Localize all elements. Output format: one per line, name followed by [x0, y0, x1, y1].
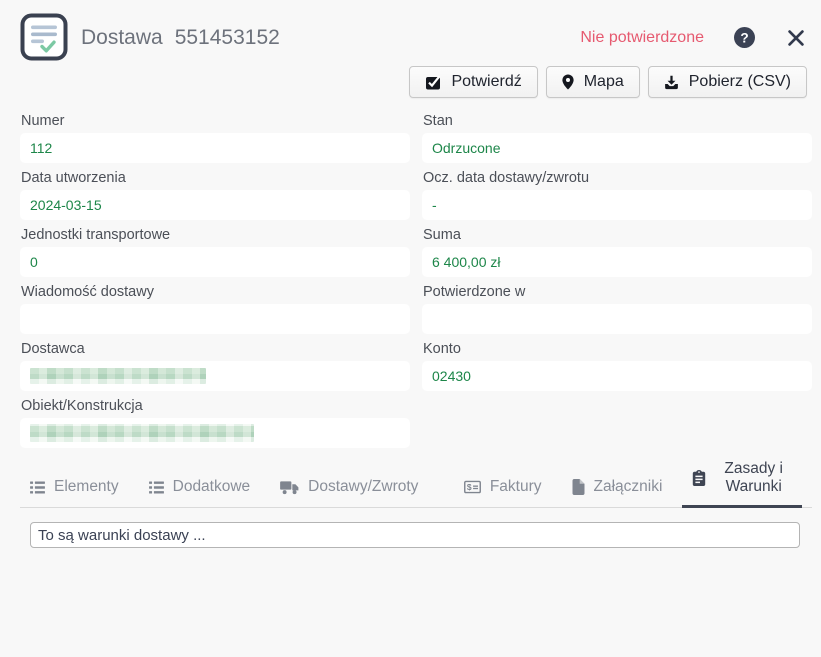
confirm-button[interactable]: Potwierdź [409, 66, 537, 98]
field-value: 02430 [422, 361, 812, 391]
field-numer: Numer 112 [20, 110, 410, 163]
delivery-detail-page: Dostawa 551453152 Nie potwierdzone ? [0, 0, 821, 657]
field-value: 112 [20, 133, 410, 163]
tab-dostawy-zwroty[interactable]: Dostawy/Zwroty [270, 473, 428, 508]
field-value-redacted [20, 361, 410, 391]
tab-label: Faktury [490, 478, 542, 496]
field-obiekt-konstrukcja: Obiekt/Konstrukcja [20, 395, 410, 448]
page-title: Dostawa 551453152 [81, 26, 280, 50]
download-csv-button-label: Pobierz (CSV) [689, 73, 791, 91]
truck-icon [280, 480, 299, 495]
field-label: Obiekt/Konstrukcja [20, 395, 410, 418]
tab-dodatkowe[interactable]: Dodatkowe [139, 473, 261, 508]
delivery-number: 551453152 [175, 26, 280, 50]
terms-input[interactable] [30, 522, 800, 548]
field-wiadomosc-dostawy: Wiadomość dostawy [20, 281, 410, 334]
field-label: Ocz. data dostawy/zwrotu [422, 167, 812, 190]
field-konto: Konto 02430 [422, 338, 812, 391]
close-button[interactable] [787, 29, 805, 47]
tab-zasady-i-warunki[interactable]: Zasady i Warunki [682, 455, 802, 508]
field-label: Wiadomość dostawy [20, 281, 410, 304]
field-label: Data utworzenia [20, 167, 410, 190]
field-value: 0 [20, 247, 410, 277]
check-square-icon [425, 74, 441, 90]
field-value [422, 304, 812, 334]
map-button[interactable]: Mapa [546, 66, 640, 98]
field-dostawca: Dostawca [20, 338, 410, 391]
field-ocz-data-dostawy: Ocz. data dostawy/zwrotu - [422, 167, 812, 220]
download-csv-button[interactable]: Pobierz (CSV) [648, 66, 807, 98]
field-data-utworzenia: Data utworzenia 2024-03-15 [20, 167, 410, 220]
page-title-label: Dostawa [81, 26, 163, 50]
field-value: - [422, 190, 812, 220]
clipboard-icon [692, 470, 706, 486]
tab-faktury[interactable]: $ Faktury [454, 473, 552, 508]
field-stan: Stan Odrzucone [422, 110, 812, 163]
map-marker-icon [562, 74, 574, 90]
tab-elementy[interactable]: Elementy [20, 473, 129, 508]
field-suma: Suma 6 400,00 zł [422, 224, 812, 277]
close-icon [787, 35, 805, 50]
field-value: 2024-03-15 [20, 190, 410, 220]
confirm-button-label: Potwierdź [451, 73, 521, 91]
map-button-label: Mapa [584, 73, 624, 91]
attachment-file-icon [572, 479, 585, 495]
tab-bar: Elementy Dodatkowe Dostawy/Zwroty [20, 455, 812, 508]
field-value-redacted [20, 418, 410, 448]
tab-zalaczniki[interactable]: Załączniki [562, 473, 673, 508]
header-right: Nie potwierdzone ? [580, 27, 805, 48]
field-label: Potwierdzone w [422, 281, 812, 304]
tab-label: Zasady i Warunki [715, 460, 792, 496]
tab-label: Dostawy/Zwroty [308, 478, 418, 496]
delivery-note-icon [20, 13, 68, 61]
tab-label: Dodatkowe [173, 478, 251, 496]
svg-text:$: $ [467, 482, 472, 492]
field-jednostki-transportowe: Jednostki transportowe 0 [20, 224, 410, 277]
field-label: Numer [20, 110, 410, 133]
field-potwierdzone-w: Potwierdzone w [422, 281, 812, 334]
field-value: Odrzucone [422, 133, 812, 163]
list-icon [149, 481, 164, 494]
header: Dostawa 551453152 Nie potwierdzone ? [0, 0, 821, 61]
field-label: Jednostki transportowe [20, 224, 410, 247]
svg-text:?: ? [740, 30, 748, 45]
download-icon [664, 75, 679, 90]
invoice-icon: $ [464, 480, 481, 494]
tab-label: Elementy [54, 478, 119, 496]
field-label: Stan [422, 110, 812, 133]
field-label: Konto [422, 338, 812, 361]
redacted-object-value [30, 424, 254, 442]
field-label: Dostawca [20, 338, 410, 361]
list-icon [30, 481, 45, 494]
redacted-supplier-value [30, 368, 206, 384]
question-circle-icon: ? [734, 36, 755, 51]
help-button[interactable]: ? [734, 27, 755, 48]
fields-grid: Numer 112 Stan Odrzucone Data utworzenia… [0, 98, 821, 452]
tab-label: Załączniki [594, 478, 663, 496]
toolbar: Potwierdź Mapa Pobierz (CSV) [0, 66, 821, 98]
field-value [20, 304, 410, 334]
field-label: Suma [422, 224, 812, 247]
status-badge: Nie potwierdzone [580, 29, 704, 47]
field-value: 6 400,00 zł [422, 247, 812, 277]
